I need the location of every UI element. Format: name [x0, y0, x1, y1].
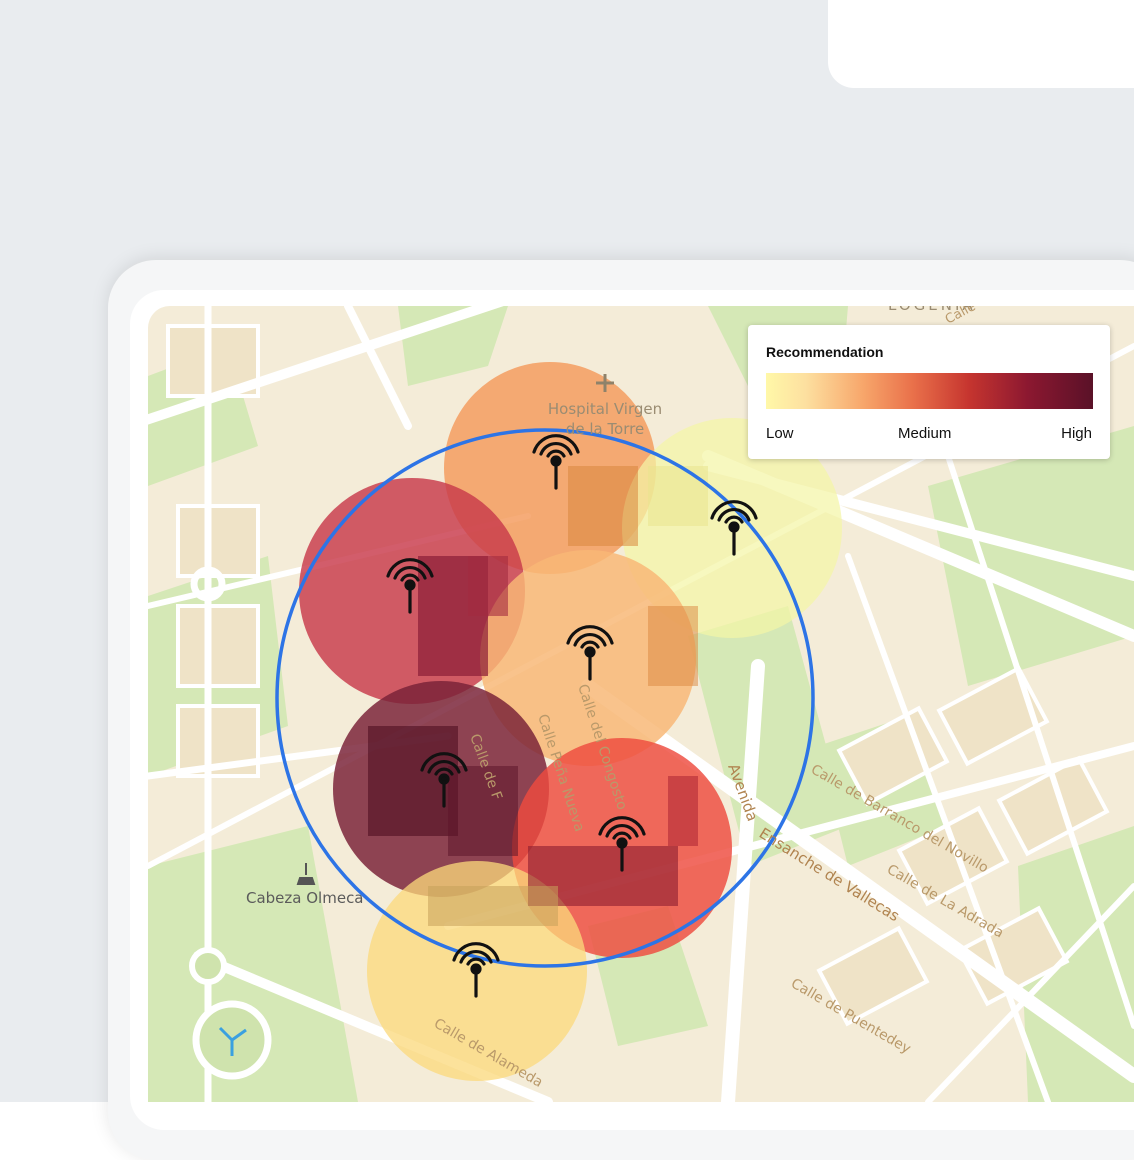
recommendation-legend: Recommendation Low Medium High — [748, 325, 1110, 459]
hospital-label-line2: de la Torre — [566, 420, 644, 438]
legend-gradient-bar — [766, 373, 1093, 409]
legend-high-label: High — [1061, 425, 1092, 442]
cabeza-label: Cabeza Olmeca — [246, 889, 364, 907]
roundabout-park — [189, 947, 227, 985]
legend-low-label: Low — [766, 425, 794, 442]
background-notch — [828, 0, 1134, 88]
legend-medium-label: Medium — [898, 425, 952, 442]
legend-title: Recommendation — [766, 344, 884, 360]
hospital-label-line1: Hospital Virgen — [548, 400, 662, 418]
